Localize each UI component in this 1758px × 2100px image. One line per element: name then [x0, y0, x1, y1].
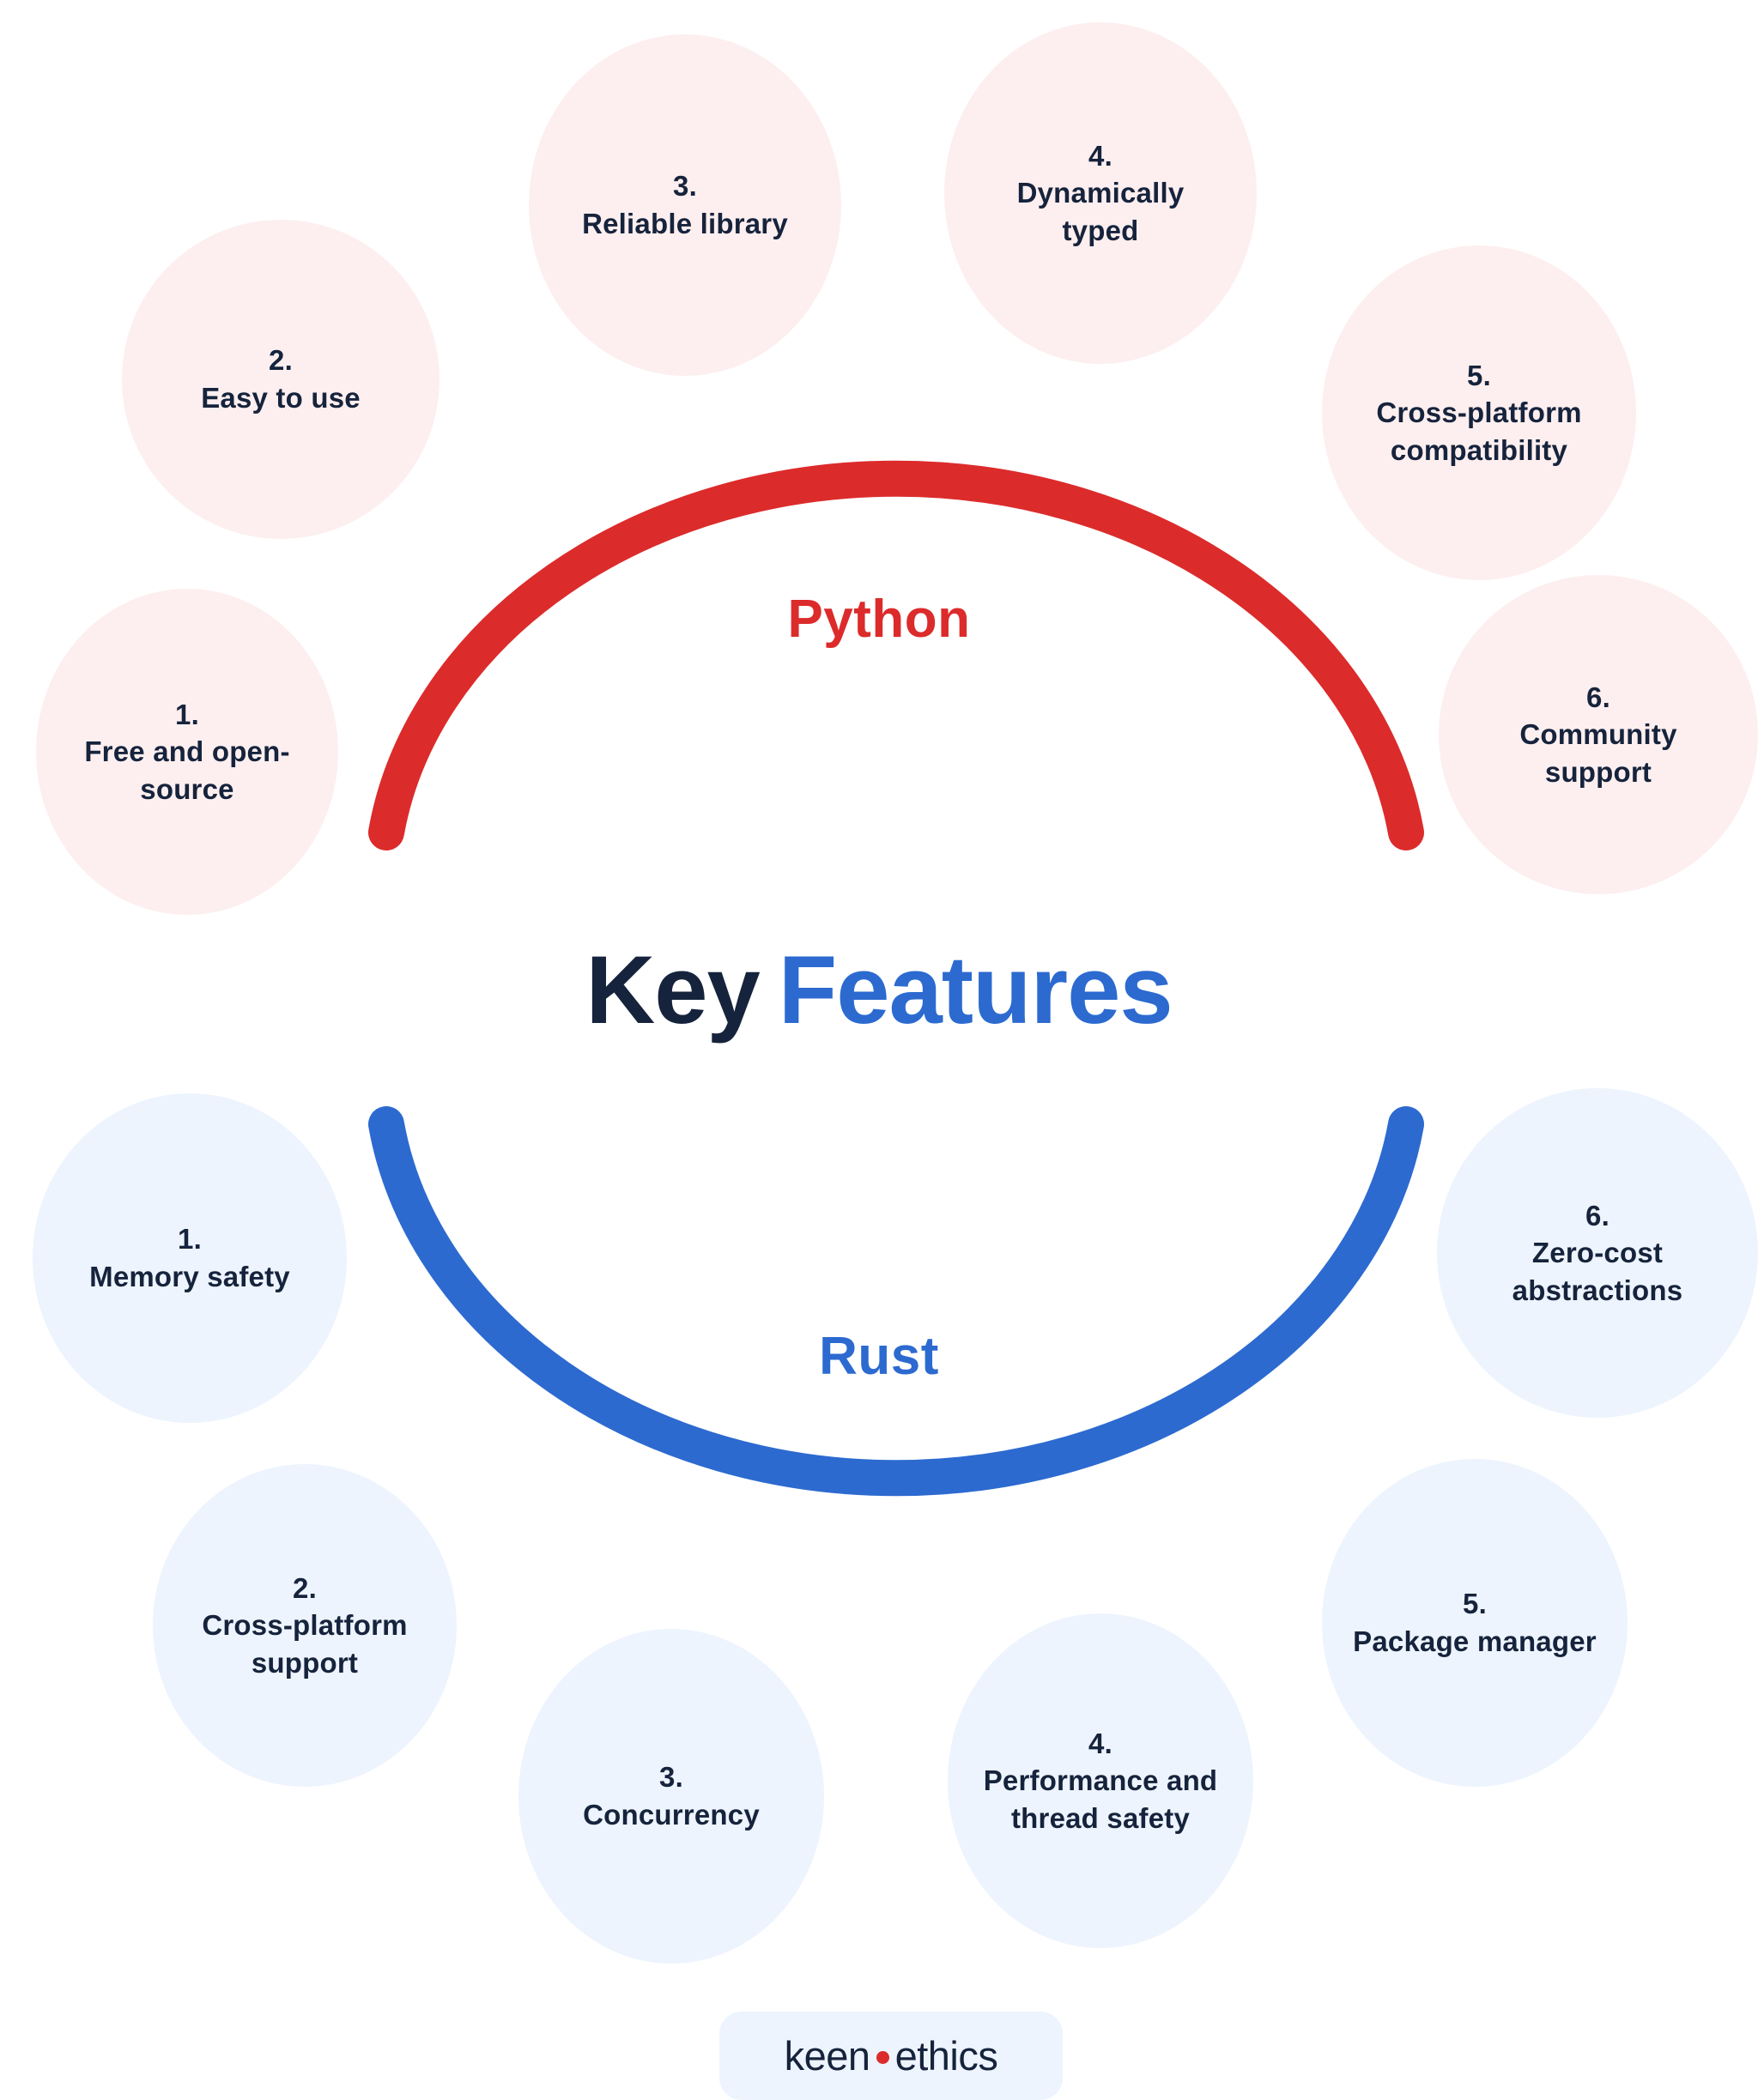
- bubble-label: Zero-cost abstractions: [1512, 1237, 1683, 1306]
- bubble-label: Cross-platform support: [202, 1609, 408, 1679]
- bubble-label: Memory safety: [89, 1261, 290, 1292]
- bubble-label: Cross-platform compatibility: [1376, 396, 1582, 466]
- page-title-part-key: Key: [585, 936, 760, 1044]
- logo-dot-icon: [876, 2051, 889, 2064]
- python-feature-bubble-3: 3. Reliable library: [529, 34, 841, 376]
- bubble-number: 5.: [1467, 359, 1491, 391]
- bubble-label: Reliable library: [582, 208, 788, 239]
- bubble-label: Easy to use: [201, 382, 361, 414]
- python-feature-bubble-2: 2. Easy to use: [122, 220, 440, 539]
- rust-feature-bubble-1: 1. Memory safety: [33, 1093, 347, 1423]
- brand-logo-plate: keen ethics: [719, 2012, 1063, 2100]
- bubble-number: 1.: [178, 1223, 202, 1256]
- bubble-label: Package manager: [1353, 1625, 1597, 1657]
- page-title: Key Features: [0, 942, 1758, 1038]
- rust-feature-bubble-5: 5. Package manager: [1322, 1459, 1628, 1787]
- logo-word-ethics: ethics: [894, 2033, 998, 2079]
- bubble-label: Performance and thread safety: [983, 1764, 1218, 1834]
- bubble-number: 4.: [1088, 1727, 1112, 1759]
- bubble-number: 4.: [1088, 139, 1112, 172]
- bubble-number: 1.: [175, 698, 199, 730]
- rust-feature-bubble-2: 2. Cross-platform support: [153, 1464, 457, 1787]
- python-feature-bubble-4: 4. Dynamically typed: [944, 22, 1257, 364]
- python-section-label: Python: [787, 590, 971, 649]
- rust-feature-bubble-4: 4. Performance and thread safety: [948, 1613, 1253, 1948]
- python-arc: [368, 460, 1424, 850]
- python-feature-bubble-5: 5. Cross-platform compatibility: [1322, 245, 1636, 580]
- rust-feature-bubble-3: 3. Concurrency: [518, 1629, 824, 1964]
- logo-word-keen: keen: [784, 2033, 870, 2079]
- python-feature-bubble-6: 6. Community support: [1439, 575, 1758, 894]
- infographic-canvas: 1. Free and open- source 2. Easy to use …: [0, 0, 1758, 2100]
- bubble-number: 2.: [269, 344, 293, 377]
- bubble-number: 6.: [1586, 681, 1610, 713]
- bubble-number: 3.: [673, 170, 697, 203]
- bubble-label: Free and open- source: [84, 735, 290, 805]
- bubble-label: Dynamically typed: [1016, 177, 1185, 246]
- bubble-number: 5.: [1463, 1588, 1487, 1620]
- bubble-label: Concurrency: [583, 1799, 760, 1831]
- bubble-label: Community support: [1519, 718, 1677, 788]
- rust-arc: [368, 1106, 1424, 1497]
- page-title-part-features: Features: [778, 936, 1173, 1044]
- bubble-number: 6.: [1585, 1199, 1609, 1232]
- bubble-number: 3.: [659, 1761, 683, 1794]
- rust-section-label: Rust: [819, 1327, 939, 1386]
- brand-logo: keen ethics: [785, 2032, 998, 2079]
- rust-feature-bubble-6: 6. Zero-cost abstractions: [1437, 1088, 1758, 1418]
- python-feature-bubble-1: 1. Free and open- source: [36, 589, 338, 915]
- bubble-number: 2.: [293, 1571, 317, 1604]
